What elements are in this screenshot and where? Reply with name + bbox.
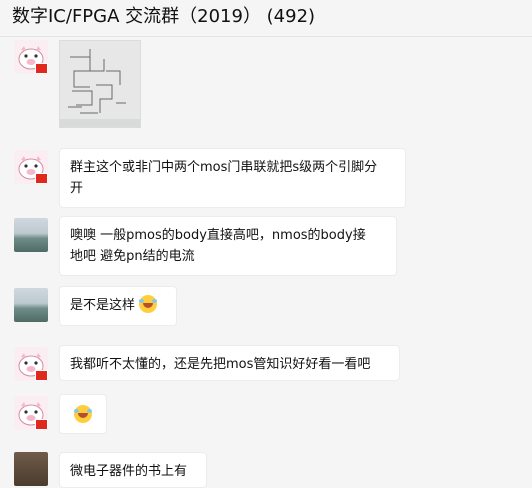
message-text: 是不是这样 — [70, 298, 136, 313]
pig-avatar[interactable] — [14, 396, 48, 430]
pig-avatar[interactable] — [14, 40, 48, 74]
lake-avatar[interactable] — [14, 218, 48, 252]
message-bubble[interactable]: 是不是这样 — [59, 286, 177, 326]
message-bubble[interactable] — [59, 394, 107, 434]
lake-avatar[interactable] — [14, 288, 48, 322]
dark-avatar[interactable] — [14, 452, 48, 486]
flag-badge — [35, 419, 48, 430]
group-chat-title: 数字IC/FPGA 交流群（2019） (492) — [12, 6, 316, 27]
message-line: 群主这个或非门中两个mos门串联就把s级两个引脚分 — [70, 160, 378, 175]
message-line: 地吧 避免pn结的电流 — [70, 249, 195, 264]
laugh-cry-emoji-icon — [74, 405, 92, 423]
chat-title-bar: 数字IC/FPGA 交流群（2019） (492) — [0, 0, 532, 37]
message-line: 噢噢 一般pmos的body直接高吧，nmos的body接 — [70, 228, 366, 243]
message-bubble[interactable]: 群主这个或非门中两个mos门串联就把s级两个引脚分 开 — [59, 148, 406, 208]
message-bubble[interactable]: 噢噢 一般pmos的body直接高吧，nmos的body接 地吧 避免pn结的电… — [59, 216, 397, 276]
pig-avatar[interactable] — [14, 150, 48, 184]
message-bubble[interactable]: 我都听不太懂的，还是先把mos管知识好好看一看吧 — [59, 345, 400, 381]
message-text: 我都听不太懂的，还是先把mos管知识好好看一看吧 — [70, 357, 371, 372]
laugh-cry-emoji-icon — [139, 295, 158, 313]
pig-avatar[interactable] — [14, 347, 48, 381]
message-text: 微电子器件的书上有 — [70, 464, 188, 479]
circuit-sketch-photo — [60, 41, 140, 127]
message-line: 开 — [70, 181, 84, 196]
flag-badge — [35, 63, 48, 74]
flag-badge — [35, 173, 48, 184]
shared-image[interactable] — [59, 40, 141, 128]
message-bubble[interactable]: 微电子器件的书上有 — [59, 452, 207, 488]
flag-badge — [35, 370, 48, 381]
